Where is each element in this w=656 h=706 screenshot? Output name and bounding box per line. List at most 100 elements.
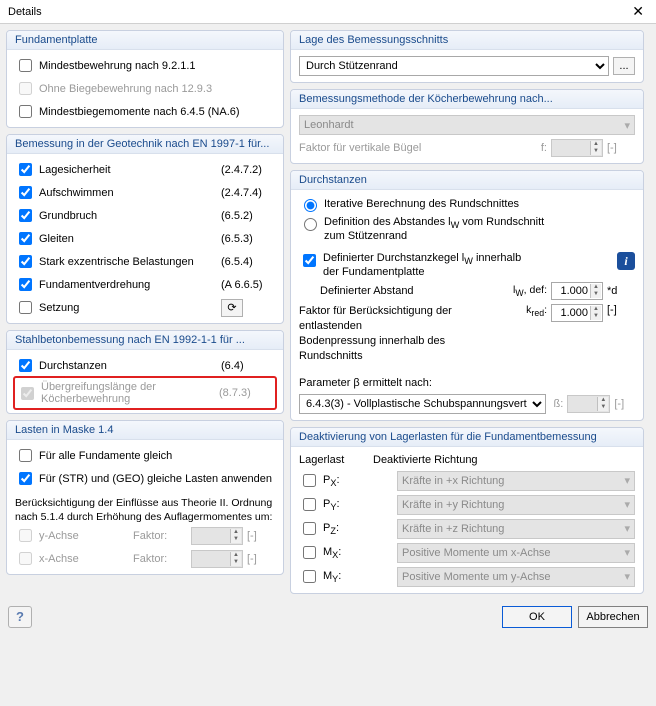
label: Faktor:	[133, 530, 187, 542]
select-koecher-methode: Leonhardt	[299, 115, 635, 135]
load-label: PY:	[323, 498, 393, 512]
ref: (6.5.3)	[221, 233, 275, 245]
label: Stark exzentrische Belastungen	[39, 256, 217, 268]
group-geotechnik: Bemessung in der Geotechnik nach EN 1997…	[6, 134, 284, 324]
chk-gleiten[interactable]	[19, 232, 32, 245]
unit: [-]	[614, 398, 635, 410]
group-durchstanzen: Durchstanzen Iterative Berechnung des Ru…	[290, 170, 644, 421]
label: Gleiten	[39, 233, 217, 245]
label: Definierter Durchstanzkegel lW innerhalb…	[323, 252, 613, 278]
button-bar: ? OK Abbrechen	[0, 600, 656, 634]
chk-mx[interactable]	[303, 546, 316, 559]
label: Definierter Abstand	[320, 285, 501, 297]
sym: ß:	[550, 398, 563, 410]
col-header: Deaktivierte Richtung	[373, 454, 635, 466]
settings-icon[interactable]: ⟳	[221, 299, 243, 317]
chk-x-achse	[19, 552, 32, 565]
chk-py[interactable]	[303, 498, 316, 511]
chk-mindestbiege[interactable]	[19, 105, 32, 118]
select-py-dir: Kräfte in +y Richtung	[397, 495, 635, 515]
select-lage-schnitt[interactable]: Durch Stützenrand	[299, 56, 609, 76]
label: Faktor:	[133, 553, 187, 565]
radio-def-abstand[interactable]	[304, 218, 317, 231]
label: Übergreifungslänge der Köcherbewehrung	[41, 381, 215, 405]
dialog-body: Fundamentplatte Mindestbewehrung nach 9.…	[0, 24, 656, 600]
label: Für alle Fundamente gleich	[39, 450, 275, 462]
sym: kred:	[505, 304, 547, 318]
label: y-Achse	[39, 530, 129, 542]
chk-y-achse	[19, 529, 32, 542]
label: x-Achse	[39, 553, 129, 565]
sym: f:	[529, 142, 547, 154]
ok-button[interactable]: OK	[502, 606, 572, 628]
browse-button[interactable]: ...	[613, 57, 635, 75]
chk-durchstanzen[interactable]	[19, 359, 32, 372]
chk-exzentrisch[interactable]	[19, 255, 32, 268]
info-icon[interactable]: i	[617, 252, 635, 270]
unit: [-]	[247, 553, 275, 565]
label: Grundbruch	[39, 210, 217, 222]
group-lasten: Lasten in Maske 1.4 Für alle Fundamente …	[6, 420, 284, 575]
cancel-button[interactable]: Abbrechen	[578, 606, 648, 628]
titlebar: Details ✕	[0, 0, 656, 24]
label: Mindestbewehrung nach 9.2.1.1	[39, 60, 275, 72]
close-icon[interactable]: ✕	[628, 3, 648, 20]
ref: (6.5.4)	[221, 256, 275, 268]
load-label: PX:	[323, 474, 393, 488]
select-beta[interactable]: 6.4.3(3) - Vollplastische Schubspannungs…	[299, 394, 546, 414]
group-header: Lasten in Maske 1.4	[7, 421, 283, 440]
chk-px[interactable]	[303, 474, 316, 487]
chk-my[interactable]	[303, 570, 316, 583]
ref: ⟳	[221, 299, 275, 317]
ref: (6.5.2)	[221, 210, 275, 222]
chk-pz[interactable]	[303, 522, 316, 535]
chk-grundbruch[interactable]	[19, 209, 32, 222]
load-label: MY:	[323, 570, 393, 584]
group-header: Durchstanzen	[291, 171, 643, 190]
beta-input: ▲▼	[567, 395, 610, 413]
chk-mindestbewehrung[interactable]	[19, 59, 32, 72]
unit: [-]	[607, 304, 635, 316]
label: Für (STR) und (GEO) gleiche Lasten anwen…	[39, 473, 275, 485]
label: Fundamentverdrehung	[39, 279, 217, 291]
select-my-dir: Positive Momente um y-Achse	[397, 567, 635, 587]
unit: [-]	[247, 530, 275, 542]
group-lage-schnitt: Lage des Bemessungsschnitts Durch Stütze…	[290, 30, 644, 83]
select-pz-dir: Kräfte in +z Richtung	[397, 519, 635, 539]
col-header: Lagerlast	[299, 454, 369, 466]
unit: [-]	[607, 142, 635, 154]
window-title: Details	[8, 6, 42, 18]
ref: (2.4.7.4)	[221, 187, 275, 199]
select-px-dir: Kräfte in +x Richtung	[397, 471, 635, 491]
radio-iterative[interactable]	[304, 199, 317, 212]
chk-uebergreif	[21, 387, 34, 400]
label: Parameter β ermittelt nach:	[299, 377, 635, 389]
highlight-uebergreif: Übergreifungslänge der Köcherbewehrung(8…	[13, 376, 277, 410]
group-header: Deaktivierung von Lagerlasten für die Fu…	[291, 428, 643, 447]
help-button[interactable]: ?	[8, 606, 32, 628]
group-header: Bemessungsmethode der Köcherbewehrung na…	[291, 90, 643, 109]
group-header: Lage des Bemessungsschnitts	[291, 31, 643, 50]
chk-alle-fundamente[interactable]	[19, 449, 32, 462]
label: Setzung	[39, 302, 217, 314]
label: Mindestbiegemomente nach 6.4.5 (NA.6)	[39, 106, 275, 118]
group-koecher-methode: Bemessungsmethode der Köcherbewehrung na…	[290, 89, 644, 164]
theorie-note: Berücksichtigung der Einflüsse aus Theor…	[15, 496, 275, 524]
load-label: PZ:	[323, 522, 393, 536]
def-abstand-input[interactable]: 1.000▲▼	[551, 282, 603, 300]
ref: (2.4.7.2)	[221, 164, 275, 176]
kred-input[interactable]: 1.000▲▼	[551, 304, 603, 322]
label: Lagesicherheit	[39, 164, 217, 176]
chk-aufschwimmen[interactable]	[19, 186, 32, 199]
chk-setzung[interactable]	[19, 301, 32, 314]
chk-verdrehung[interactable]	[19, 278, 32, 291]
value: Leonhardt	[304, 119, 354, 131]
group-fundamentplatte: Fundamentplatte Mindestbewehrung nach 9.…	[6, 30, 284, 128]
chk-kegel[interactable]	[303, 254, 316, 267]
y-faktor-input: ▲▼	[191, 527, 243, 545]
chk-lagesicherheit[interactable]	[19, 163, 32, 176]
ref: (A 6.6.5)	[221, 279, 275, 291]
group-header: Bemessung in der Geotechnik nach EN 1997…	[7, 135, 283, 154]
faktor-buegel-input: ▲▼	[551, 139, 603, 157]
chk-str-geo[interactable]	[19, 472, 32, 485]
